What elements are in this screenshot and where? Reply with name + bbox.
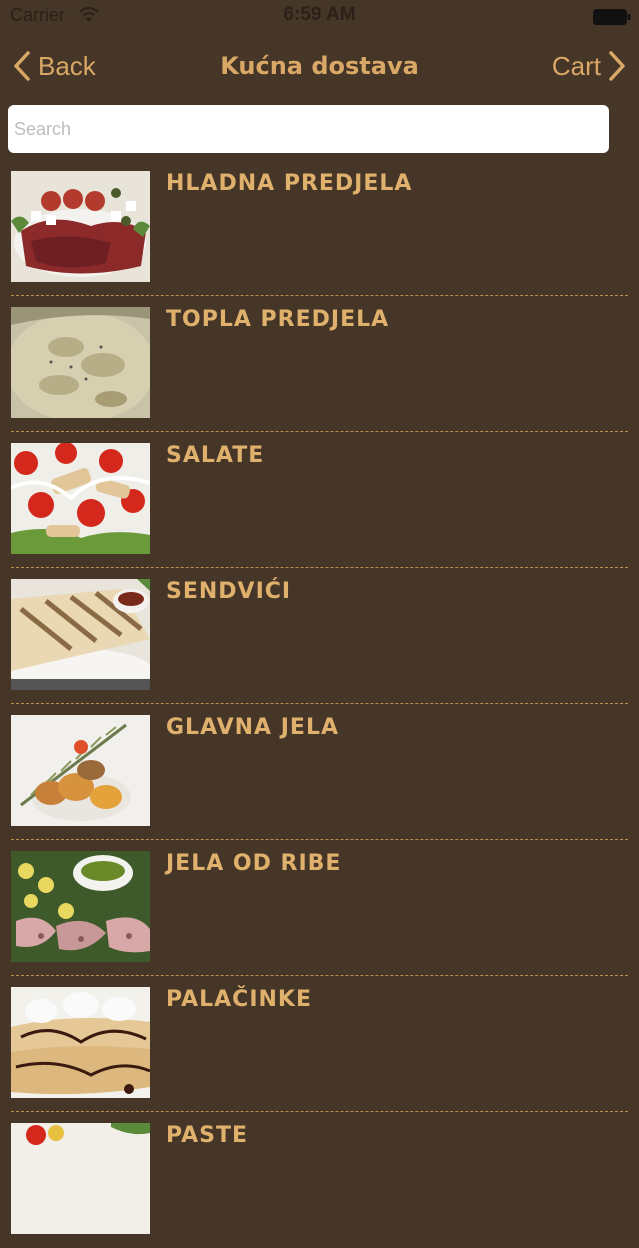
- warm-appetizers-photo: [11, 307, 150, 418]
- menu-category-list: HLADNA PREDJELA TOPLA PREDJELA SALATE SE…: [0, 160, 639, 1248]
- menu-item-label: SENDVIĆI: [166, 579, 292, 604]
- menu-item-topla-predjela[interactable]: TOPLA PREDJELA: [0, 296, 639, 432]
- menu-item-label: TOPLA PREDJELA: [166, 307, 390, 332]
- pasta-photo: [11, 1123, 150, 1234]
- menu-item-sendvici[interactable]: SENDVIĆI: [0, 568, 639, 704]
- menu-item-label: GLAVNA JELA: [166, 715, 339, 740]
- status-time: 6:59 AM: [283, 4, 356, 25]
- menu-item-label: HLADNA PREDJELA: [166, 171, 413, 196]
- navigation-bar: Back Kućna dostava Cart: [0, 40, 639, 94]
- menu-item-palacinke[interactable]: PALAČINKE: [0, 976, 639, 1112]
- cart-button[interactable]: Cart: [552, 50, 627, 82]
- cold-appetizers-photo: [11, 171, 150, 282]
- menu-item-label: SALATE: [166, 443, 265, 468]
- status-bar: Carrier 6:59 AM: [0, 0, 639, 34]
- chevron-right-icon: [609, 51, 625, 81]
- pancakes-photo: [11, 987, 150, 1098]
- menu-item-paste[interactable]: PASTE: [0, 1112, 639, 1248]
- search-input[interactable]: [8, 105, 609, 153]
- menu-item-glavna-jela[interactable]: GLAVNA JELA: [0, 704, 639, 840]
- menu-item-salate[interactable]: SALATE: [0, 432, 639, 568]
- main-dishes-photo: [11, 715, 150, 826]
- menu-item-hladna-predjela[interactable]: HLADNA PREDJELA: [0, 160, 639, 296]
- cart-button-label: Cart: [551, 50, 601, 81]
- menu-item-jela-od-ribe[interactable]: JELA OD RIBE: [0, 840, 639, 976]
- page-title: Kućna dostava: [220, 52, 419, 80]
- battery-icon: [593, 9, 631, 25]
- menu-item-label: PALAČINKE: [166, 987, 312, 1012]
- menu-item-label: JELA OD RIBE: [166, 851, 342, 876]
- salads-photo: [11, 443, 150, 554]
- sandwiches-photo: [11, 579, 150, 690]
- fish-dishes-photo: [11, 851, 150, 962]
